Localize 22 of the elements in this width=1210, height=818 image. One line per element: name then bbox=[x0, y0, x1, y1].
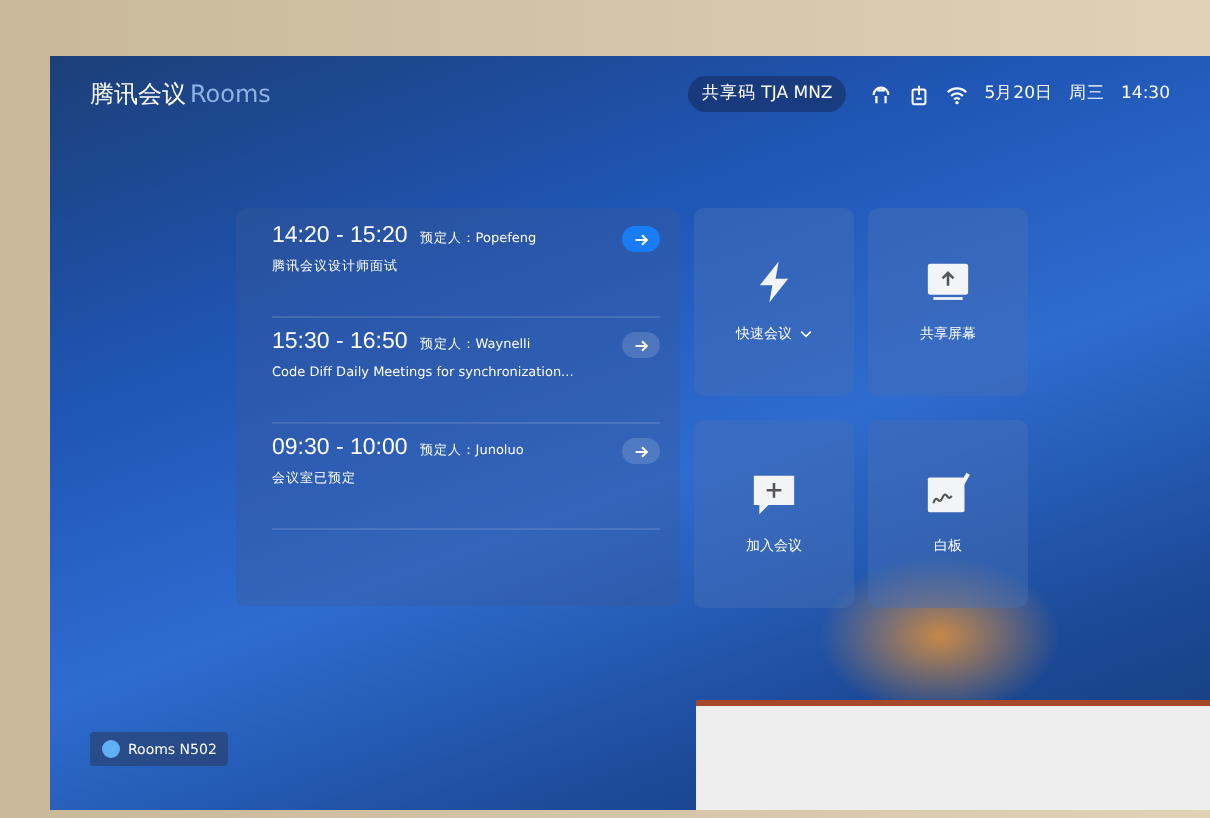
enter-arrow-button[interactable] bbox=[622, 332, 660, 358]
monitor-upload-icon bbox=[926, 260, 970, 304]
meeting-time: 15:30 - 16:50 bbox=[272, 330, 408, 354]
room-icon bbox=[102, 740, 120, 758]
chat-plus-icon bbox=[752, 472, 796, 516]
wifi-icon[interactable] bbox=[946, 83, 969, 105]
meeting-time: 14:20 - 15:20 bbox=[272, 224, 408, 248]
enter-arrow-button[interactable] bbox=[622, 438, 660, 464]
whiteboard-pen-icon bbox=[926, 472, 970, 516]
arrow-icon bbox=[633, 337, 649, 353]
date-text: 5月20日 bbox=[984, 82, 1053, 106]
device-icon[interactable] bbox=[908, 83, 931, 105]
arrow-icon bbox=[633, 231, 649, 247]
app-name-suffix: Rooms bbox=[190, 79, 271, 107]
caret-icon[interactable] bbox=[800, 330, 812, 338]
enter-arrow-button[interactable] bbox=[622, 226, 660, 252]
arrow-icon bbox=[633, 443, 649, 459]
clock-text: 14:30 bbox=[1121, 84, 1170, 104]
share-code-pill[interactable]: 共享码 TJA MNZ bbox=[687, 76, 847, 112]
weekday-text: 周三 bbox=[1069, 82, 1105, 106]
meeting-time: 09:30 - 10:00 bbox=[272, 436, 408, 460]
app-name: 腾讯会议 bbox=[90, 77, 186, 111]
